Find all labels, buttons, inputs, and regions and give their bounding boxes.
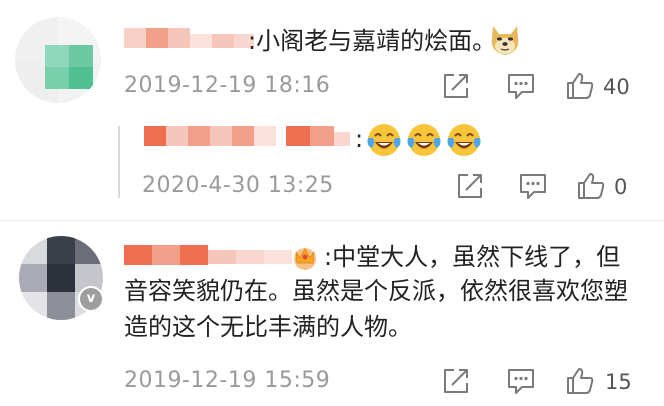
reply-item: : 2020-4-30 13:25 0 bbox=[0, 118, 664, 218]
timestamp: 2020-4-30 13:25 bbox=[142, 173, 334, 198]
comment-text: 造的这个无比丰满的人物。 bbox=[124, 313, 412, 341]
like-count: 40 bbox=[603, 75, 630, 99]
comment-text: :小阁老与嘉靖的烩面。 bbox=[248, 27, 497, 55]
like-icon[interactable] bbox=[564, 70, 596, 102]
comment-text: 音容笑貌仍在。虽然是个反派，依然很喜欢您塑 bbox=[124, 277, 628, 305]
share-icon[interactable] bbox=[440, 70, 472, 102]
reply-text: : bbox=[355, 125, 364, 153]
crying-laughing-icon bbox=[366, 122, 402, 158]
crying-laughing-icon bbox=[446, 122, 482, 158]
like-icon[interactable] bbox=[564, 365, 596, 397]
share-icon[interactable] bbox=[454, 170, 486, 202]
verified-badge-icon: v bbox=[78, 286, 104, 312]
comment-icon[interactable] bbox=[505, 70, 537, 102]
username-blurred[interactable] bbox=[144, 124, 356, 150]
comment-icon[interactable] bbox=[517, 170, 549, 202]
like-count: 0 bbox=[614, 175, 628, 199]
comment-item: :小阁老与嘉靖的烩面。 2019-12-19 18:16 40 bbox=[0, 0, 664, 120]
like-count: 15 bbox=[605, 370, 632, 394]
crying-laughing-icon bbox=[406, 122, 442, 158]
comment-icon[interactable] bbox=[505, 365, 537, 397]
doge-icon bbox=[487, 22, 523, 58]
timestamp: 2019-12-19 15:59 bbox=[124, 368, 331, 393]
comment-separator bbox=[0, 220, 664, 221]
share-icon[interactable] bbox=[440, 365, 472, 397]
username-blurred[interactable] bbox=[124, 26, 254, 50]
avatar[interactable] bbox=[15, 17, 101, 103]
like-icon[interactable] bbox=[575, 170, 607, 202]
crown-badge-icon bbox=[290, 242, 320, 272]
timestamp: 2019-12-19 18:16 bbox=[124, 73, 331, 98]
comment-text: :中堂大人，虽然下线了，但 bbox=[324, 243, 621, 271]
comment-item: v :中堂大人，虽然下线了，但 音容笑貌仍在。虽然是个反派，依然很喜欢您塑 造的… bbox=[0, 222, 664, 406]
username-blurred[interactable] bbox=[124, 242, 294, 268]
